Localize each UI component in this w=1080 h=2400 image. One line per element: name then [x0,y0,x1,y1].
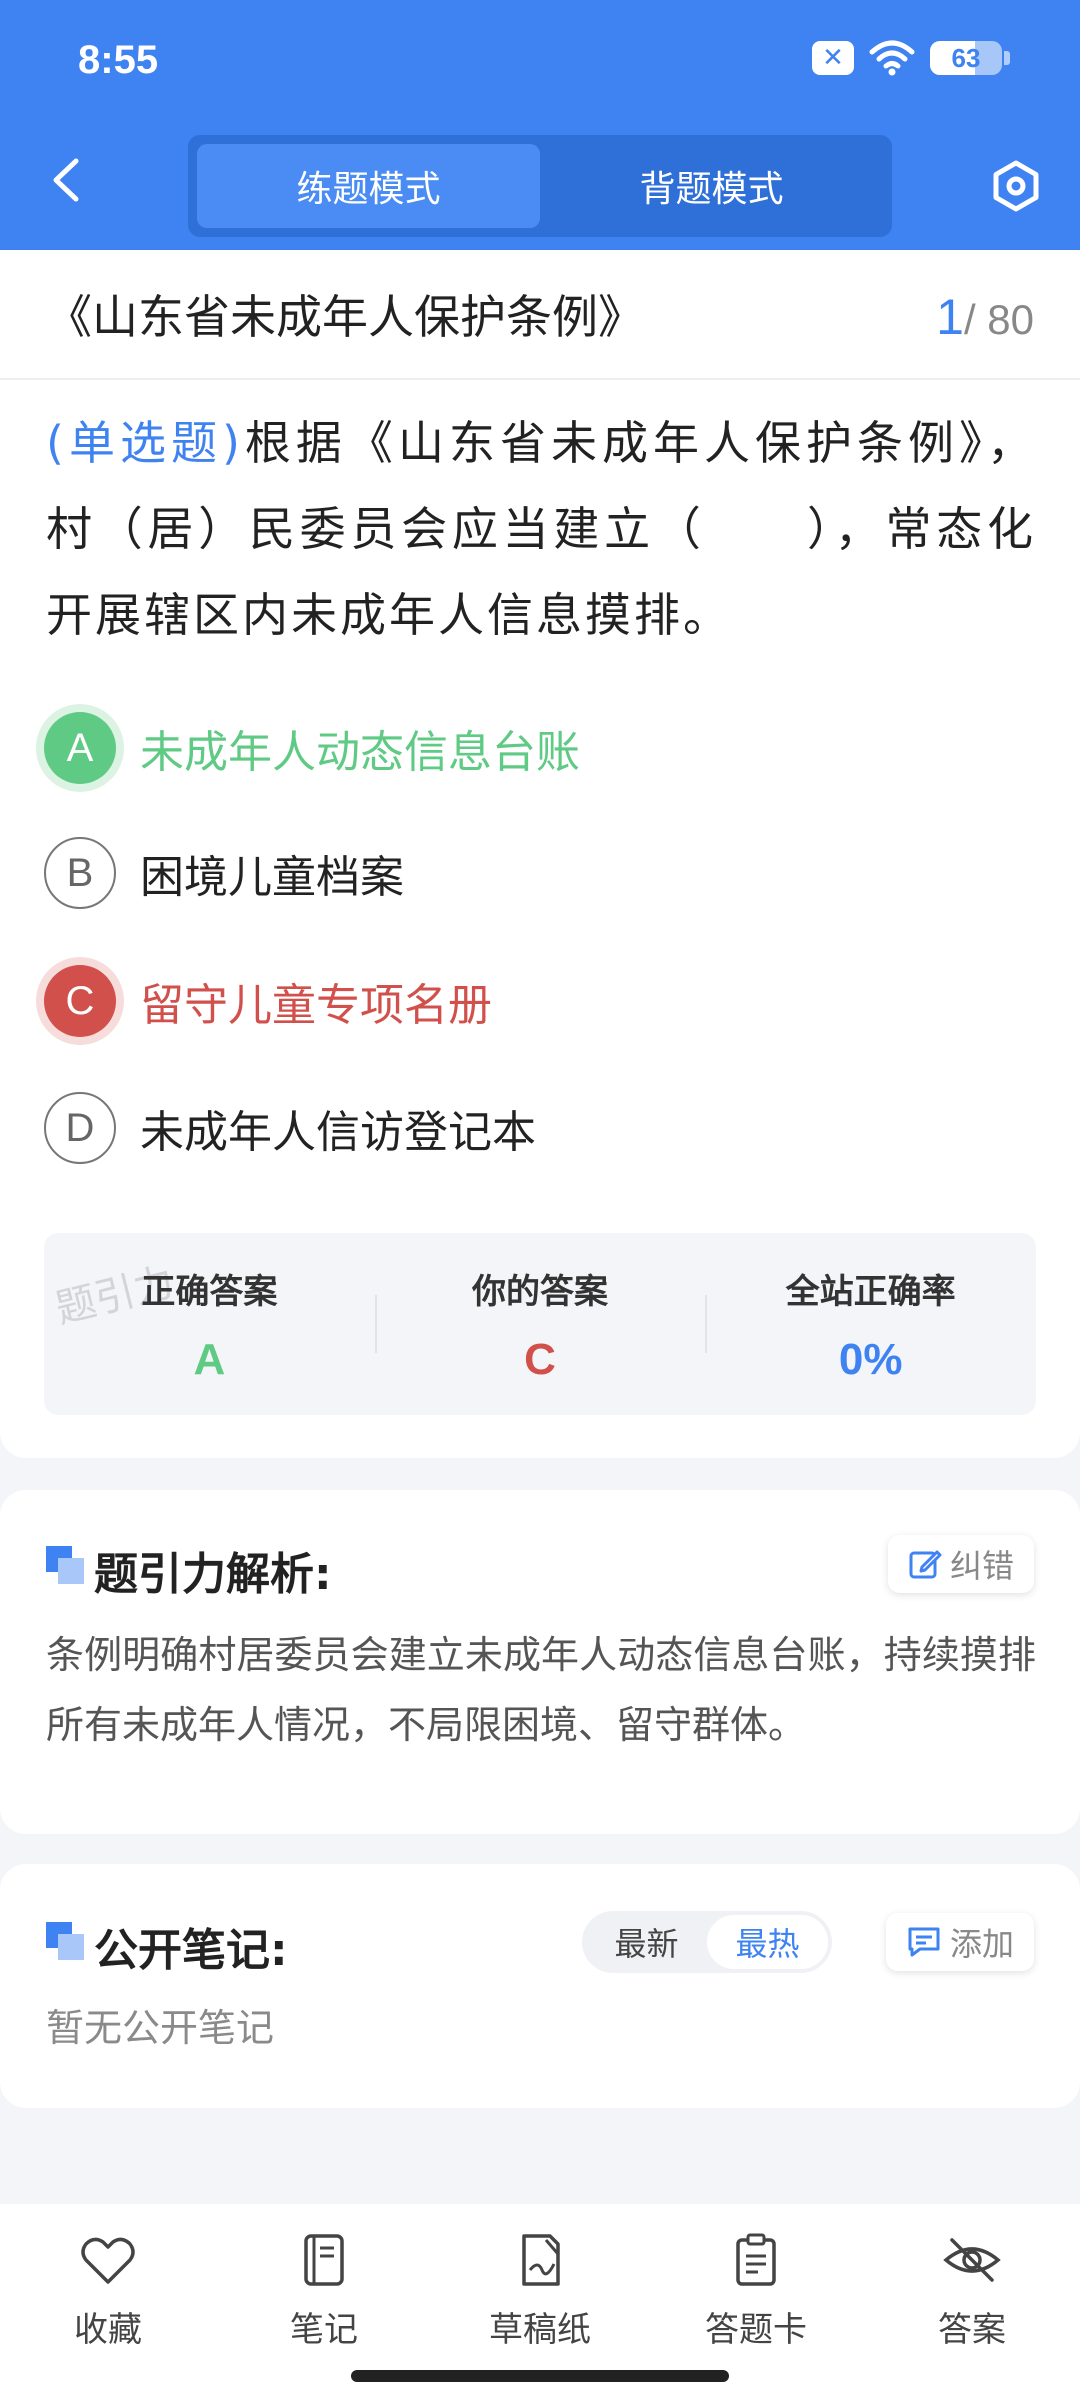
header-bar: 8:55 ✕ 63 练题模式 背题模式 [0,0,1080,250]
analysis-text: 条例明确村居委员会建立未成年人动态信息台账，持续摸排所有未成年人情况，不局限困境… [46,1633,1036,1747]
chevron-left-icon [53,158,79,202]
stat-label: 你的答案 [472,1271,608,1312]
battery-level: 63 [951,42,981,73]
analysis-title: 题引力解析: [94,1549,332,1600]
notebook-icon [304,2234,344,2286]
show-answer-button[interactable]: 答案 [864,2204,1080,2400]
tab-practice-mode[interactable]: 练题模式 [197,144,540,228]
section-icon [46,1546,84,1584]
question-card: 《山东省未成年人保护条例》 1/ 80 (单选题)根据《山东省未成年人保护条例》… [0,250,1080,1458]
edit-icon [909,1550,942,1579]
analysis-card: 题引力解析: 纠错 条例明确村居委员会建立未成年人动态信息台账，持续摸排所有未成… [0,1490,1080,1834]
mode-toggle: 练题模式 背题模式 [188,135,892,237]
option-letter: A [44,712,116,784]
question-type: (单选题) [46,416,243,470]
heart-icon [81,2237,135,2284]
report-error-label: 纠错 [949,1547,1014,1585]
draft-paper-icon [522,2234,560,2286]
tab-memorize-mode[interactable]: 背题模式 [540,144,883,228]
stat-label: 正确答案 [141,1271,278,1312]
option-text: 困境儿童档案 [140,852,404,903]
total-questions: / 80 [963,296,1034,343]
option-letter: C [44,965,116,1037]
tool-label: 答案 [938,2310,1006,2350]
option-letter: D [44,1092,116,1164]
answer-stats: 题引力 正确答案 A 你的答案 C 全站正确率 0% [44,1233,1036,1415]
sort-hottest[interactable]: 最热 [707,1915,828,1969]
answer-sheet-icon [736,2233,776,2286]
current-question-number: 1 [936,289,964,345]
option-text: 未成年人动态信息台账 [140,727,580,778]
option-d[interactable]: D 未成年人信访登记本 [44,1090,994,1166]
tool-label: 草稿纸 [489,2310,591,2350]
report-error-button[interactable]: 纠错 [887,1535,1034,1593]
tool-label: 收藏 [74,2310,142,2350]
comment-icon [908,1927,940,1957]
status-icons: ✕ 63 [812,40,1010,76]
back-button[interactable] [40,155,90,205]
tool-label: 答题卡 [705,2310,807,2350]
correct-answer-stat: 正确答案 A [44,1233,375,1415]
tool-label: 笔记 [290,2310,358,2350]
correct-answer-value: A [193,1334,226,1384]
accuracy-rate-value: 0% [838,1334,903,1384]
option-text: 留守儿童专项名册 [140,980,492,1031]
section-icon [46,1922,84,1960]
home-indicator[interactable] [351,2370,729,2382]
option-b[interactable]: B 困境儿童档案 [44,835,994,911]
sort-latest[interactable]: 最新 [586,1915,707,1969]
your-answer-stat: 你的答案 C [374,1233,706,1415]
exam-title: 《山东省未成年人保护条例》 [46,290,644,344]
no-sim-icon: ✕ [812,41,854,75]
wifi-icon [869,40,915,76]
eye-off-icon [943,2238,1001,2282]
stat-label: 全站正确率 [785,1271,956,1312]
battery-icon: 63 [930,41,1002,75]
option-letter: B [44,837,116,909]
option-c[interactable]: C 留守儿童专项名册 [44,963,994,1039]
option-text: 未成年人信访登记本 [140,1107,536,1158]
question-header: 《山东省未成年人保护条例》 1/ 80 [0,250,1080,380]
status-time: 8:55 [78,38,159,82]
add-note-button[interactable]: 添加 [885,1913,1034,1971]
notes-sort-toggle: 最新 最热 [582,1911,832,1973]
battery-tip [1004,51,1010,65]
favorite-button[interactable]: 收藏 [0,2204,216,2400]
option-a[interactable]: A 未成年人动态信息台账 [44,710,994,786]
your-answer-value: C [524,1334,556,1384]
notes-title: 公开笔记: [94,1925,288,1976]
public-notes-card: 公开笔记: 最新 最热 添加 暂无公开笔记 [0,1864,1080,2108]
settings-icon[interactable] [988,158,1044,214]
accuracy-rate-stat: 全站正确率 0% [705,1233,1036,1415]
question-counter: 1/ 80 [936,288,1034,346]
add-note-label: 添加 [949,1925,1014,1963]
question-stem: (单选题)根据《山东省未成年人保护条例》，村（居）民委员会应当建立（ ），常态化… [46,400,1036,658]
notes-empty-text: 暂无公开笔记 [46,2006,275,2050]
